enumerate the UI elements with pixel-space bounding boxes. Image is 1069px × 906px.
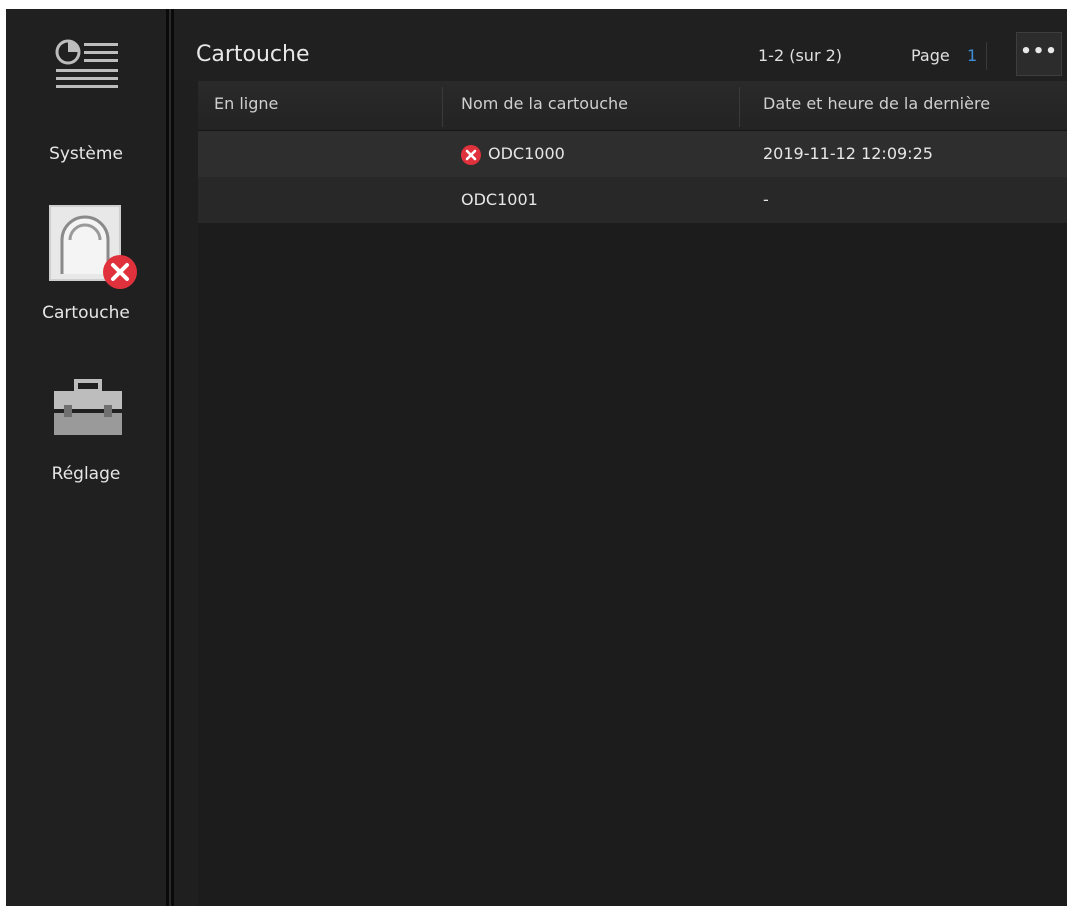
column-header-nom[interactable]: Nom de la cartouche [461, 94, 628, 113]
table-header: En ligne Nom de la cartouche Date et heu… [198, 81, 1067, 131]
divider [986, 42, 987, 70]
sidebar-item-systeme[interactable]: Système [6, 29, 166, 179]
table-row[interactable]: ODC1001 - [198, 177, 1067, 223]
datetime-cell: 2019-11-12 12:09:25 [763, 144, 933, 163]
sidebar-item-reglage[interactable]: Réglage [6, 369, 166, 499]
page-label: Page [911, 46, 950, 65]
header: Cartouche 1-2 (sur 2) Page 1 ••• [174, 9, 1067, 81]
app-window: Système Cartouche Réglage Cartouche 1-2 … [6, 9, 1067, 906]
cartridge-name-cell: ODC1001 [461, 190, 538, 209]
page-title: Cartouche [196, 42, 310, 67]
error-icon [460, 144, 482, 170]
cartridge-name-cell: ODC1000 [488, 144, 565, 163]
system-list-icon [52, 39, 122, 106]
more-options-button[interactable]: ••• [1016, 32, 1062, 76]
column-resize-handle[interactable] [739, 87, 740, 127]
main-panel: Cartouche 1-2 (sur 2) Page 1 ••• En lign… [174, 9, 1067, 906]
record-count: 1-2 (sur 2) [758, 46, 843, 65]
cartridge-error-icon [44, 200, 142, 297]
sidebar-item-cartouche[interactable]: Cartouche [6, 194, 166, 334]
sidebar-item-label: Système [49, 144, 123, 164]
column-header-en-ligne[interactable]: En ligne [214, 94, 278, 113]
datetime-cell: - [763, 190, 769, 209]
toolbox-icon [50, 379, 126, 440]
column-resize-handle[interactable] [442, 87, 443, 127]
page-number-link[interactable]: 1 [967, 46, 977, 65]
sidebar-item-label: Réglage [51, 464, 121, 484]
cartridge-table: En ligne Nom de la cartouche Date et heu… [198, 81, 1067, 906]
sidebar-item-label: Cartouche [42, 303, 130, 323]
sidebar: Système Cartouche Réglage [6, 9, 166, 906]
column-header-date[interactable]: Date et heure de la dernière [763, 94, 1063, 113]
table-row[interactable]: ODC1000 2019-11-12 12:09:25 [198, 131, 1067, 177]
sidebar-divider[interactable] [166, 9, 174, 906]
